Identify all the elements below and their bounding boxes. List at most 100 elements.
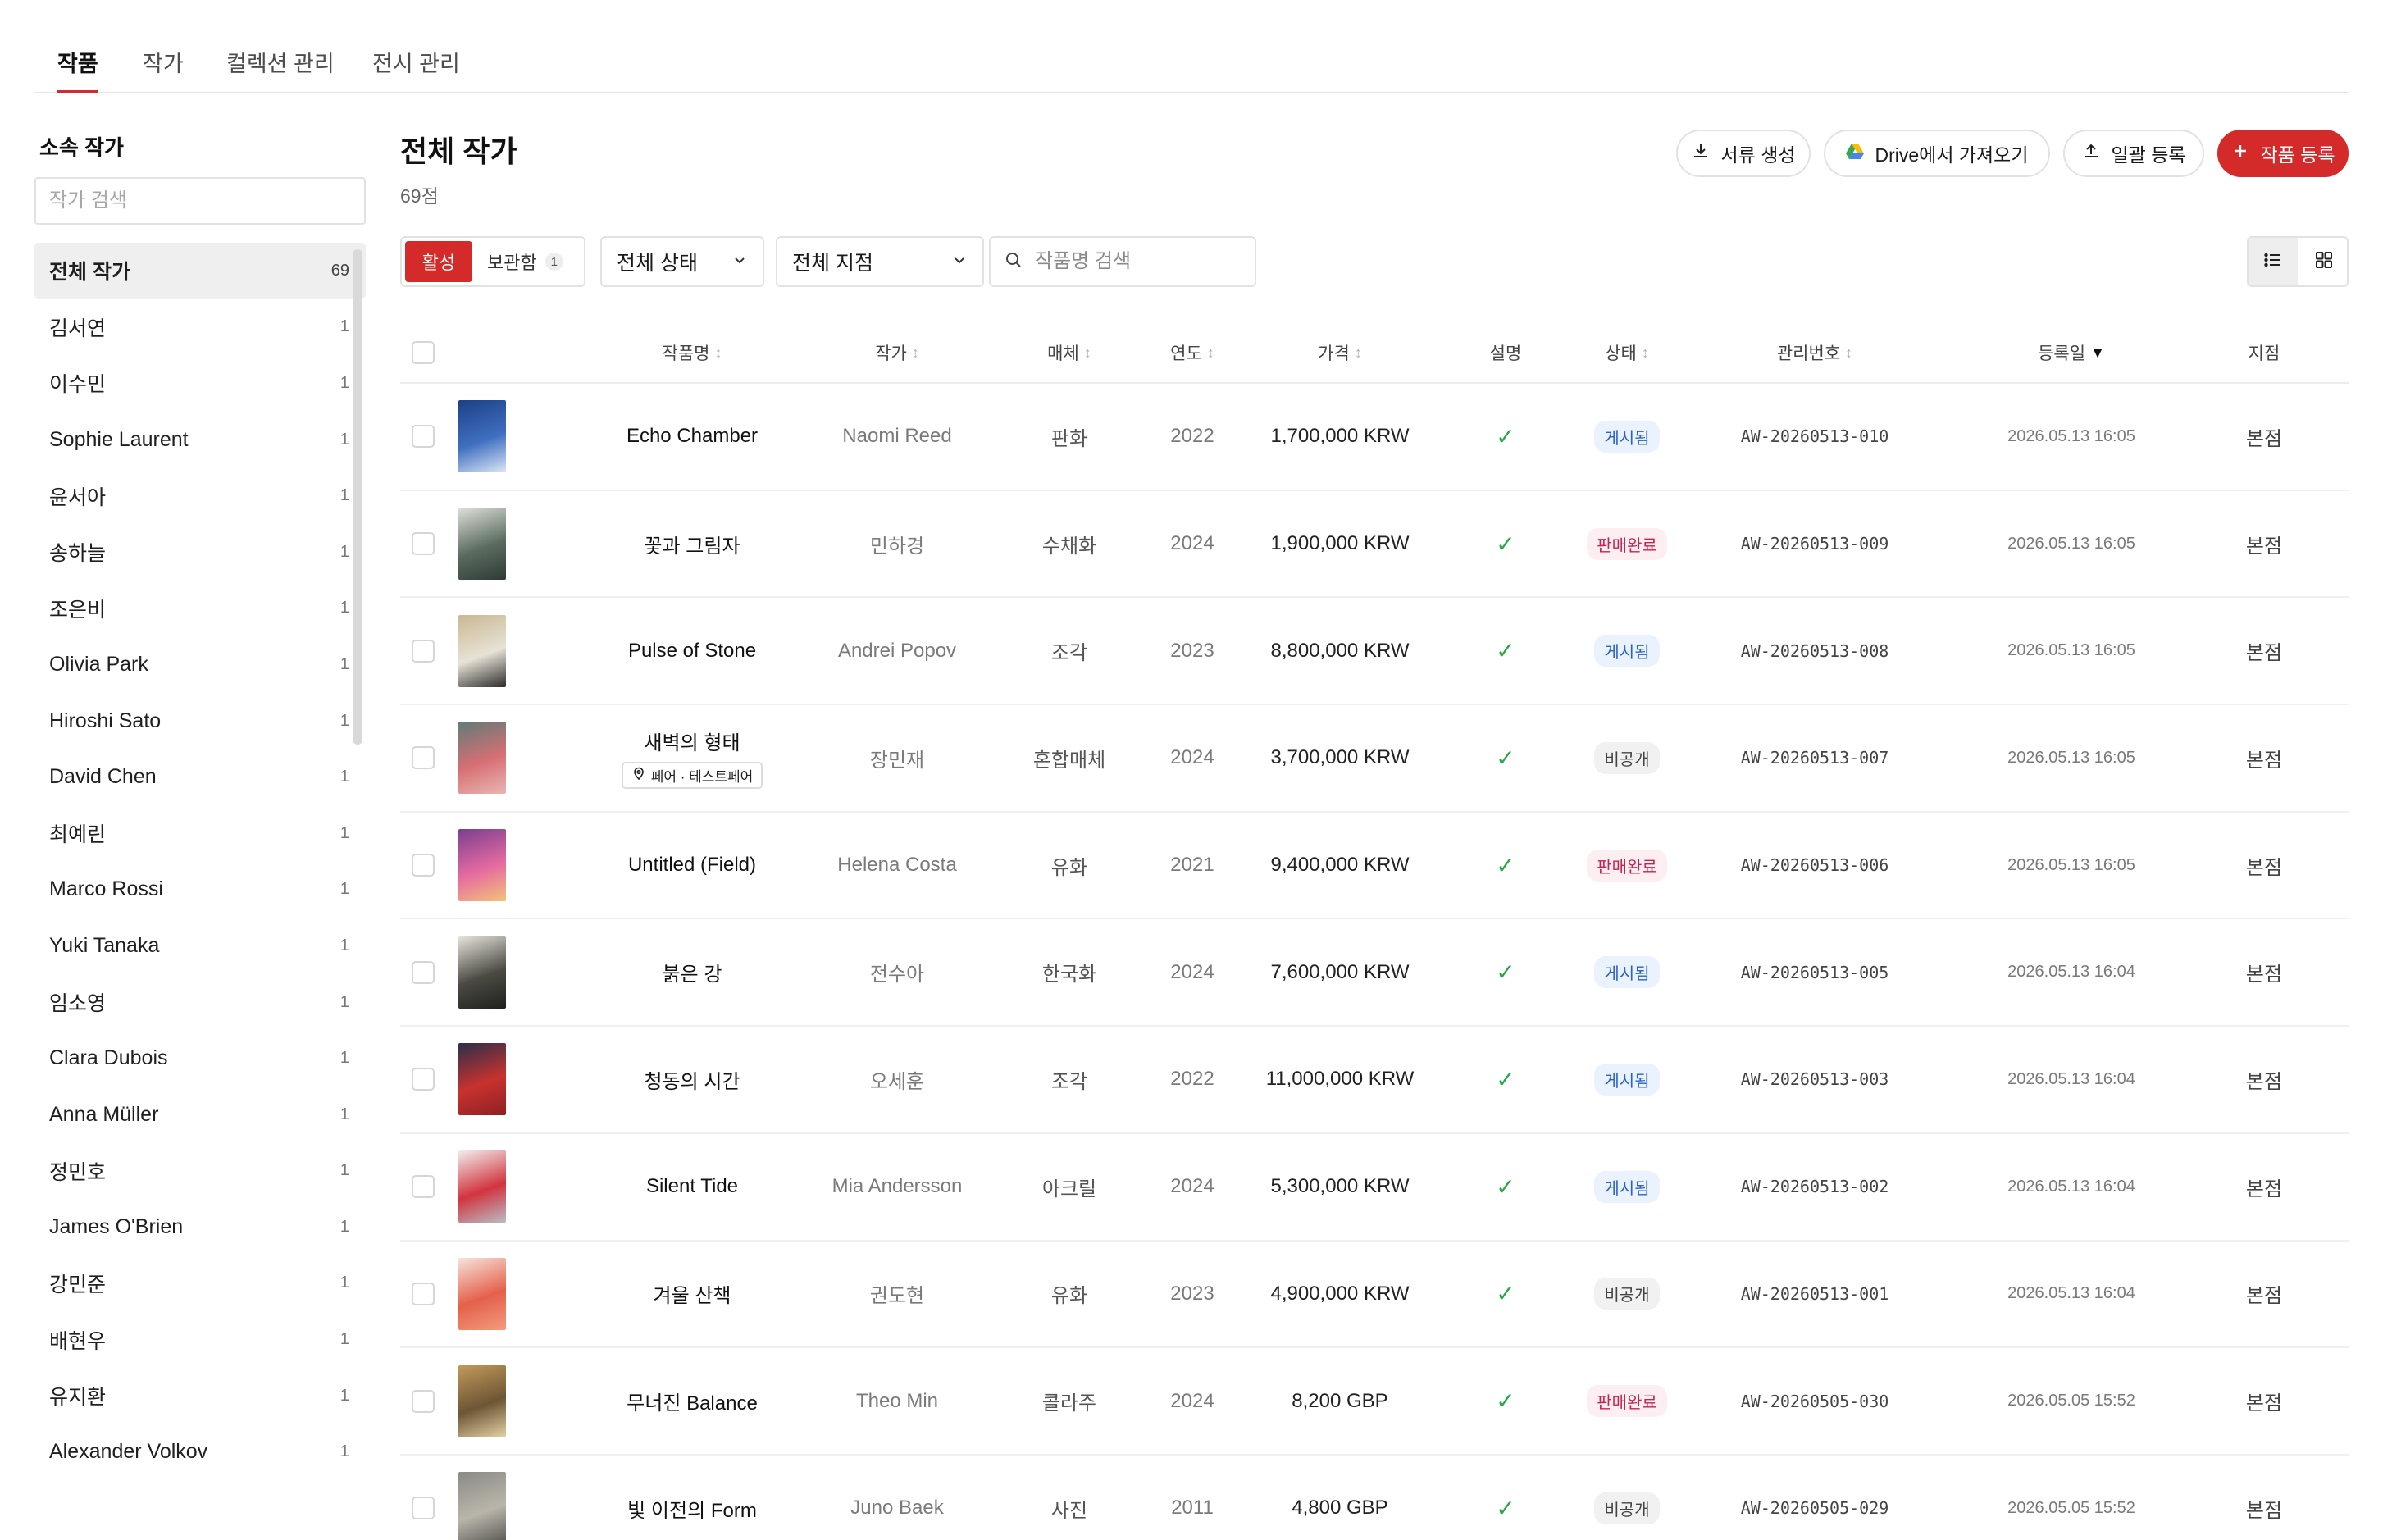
sidebar-item-artist[interactable]: 이수민 1 xyxy=(34,355,366,412)
sidebar-scrollbar[interactable] xyxy=(353,249,362,745)
sidebar-item-artist[interactable]: 배현우 1 xyxy=(34,1311,366,1368)
artwork-title[interactable]: 빛 이전의 Form xyxy=(627,1494,757,1523)
archive-filter-button[interactable]: 보관함 1 xyxy=(481,241,570,282)
artwork-thumbnail[interactable] xyxy=(458,508,506,581)
artwork-thumbnail[interactable] xyxy=(458,829,506,902)
medium: 사진 xyxy=(1050,1499,1088,1522)
artwork-thumbnail[interactable] xyxy=(458,1150,506,1223)
sidebar-item-artist[interactable]: 송하늘 1 xyxy=(34,524,366,581)
status-filter-value: 전체 상태 xyxy=(617,252,698,275)
table-row[interactable]: 겨울 산책 권도현 유화 2023 4,900,000 KRW ✓ 비공개 AW-202605… xyxy=(400,1242,2349,1349)
row-checkbox[interactable] xyxy=(412,1389,435,1413)
artwork-title[interactable]: 청동의 시간 xyxy=(644,1065,740,1094)
registered-date: 2026.05.13 16:05 xyxy=(2007,855,2135,874)
sidebar-item-artist[interactable]: Clara Dubois 1 xyxy=(34,1030,366,1087)
generate-documents-button[interactable]: 서류 생성 xyxy=(1676,130,1811,177)
header-artist[interactable]: 작가 ↕ xyxy=(807,321,987,384)
row-checkbox[interactable] xyxy=(412,1068,435,1091)
status-filter-dropdown[interactable]: 전체 상태 xyxy=(600,236,764,287)
active-filter-button[interactable]: 활성 xyxy=(405,241,472,282)
sidebar-item-artist[interactable]: 조은비 1 xyxy=(34,581,366,637)
register-artwork-button[interactable]: 작품 등록 xyxy=(2217,130,2349,177)
artwork-thumbnail[interactable] xyxy=(458,400,506,473)
table-row[interactable]: 무너진 Balance Theo Min 콜라주 2024 8,200 GBP ✓ 판매완료… xyxy=(400,1348,2349,1456)
artwork-thumbnail[interactable] xyxy=(458,936,506,1009)
artwork-title[interactable]: 꽃과 그림자 xyxy=(644,530,740,558)
artwork-title[interactable]: 겨울 산책 xyxy=(654,1279,731,1308)
tab-artists[interactable]: 작가 xyxy=(143,46,184,93)
artwork-title[interactable]: Untitled (Field) xyxy=(628,854,756,877)
sidebar-item-artist[interactable]: David Chen 1 xyxy=(34,749,366,805)
row-checkbox[interactable] xyxy=(412,1497,435,1520)
sidebar-item-artist[interactable]: 김서연 1 xyxy=(34,299,366,356)
artwork-thumbnail[interactable] xyxy=(458,722,506,795)
sidebar-item-artist[interactable]: 강민준 1 xyxy=(34,1255,366,1312)
list-view-button[interactable] xyxy=(2249,238,2298,285)
artwork-search-input[interactable] xyxy=(1035,250,1240,273)
table-row[interactable]: 붉은 강 전수아 한국화 2024 7,600,000 KRW ✓ 게시됨 AW-202605… xyxy=(400,919,2349,1027)
header-year[interactable]: 연도 ↕ xyxy=(1151,321,1233,384)
table-row[interactable]: 꽃과 그림자 민하경 수채화 2024 1,900,000 KRW ✓ 판매완료 AW-202… xyxy=(400,491,2349,599)
table-row[interactable]: 청동의 시간 오세훈 조각 2022 11,000,000 KRW ✓ 게시됨 AW-2026… xyxy=(400,1027,2349,1134)
row-checkbox[interactable] xyxy=(412,854,435,877)
artwork-title[interactable]: 붉은 강 xyxy=(663,958,722,986)
artwork-thumbnail[interactable] xyxy=(458,1257,506,1330)
sidebar-item-artist[interactable]: 유지환 1 xyxy=(34,1368,366,1424)
check-icon: ✓ xyxy=(1496,959,1515,986)
row-checkbox[interactable] xyxy=(412,746,435,770)
sidebar-item-artist[interactable]: 최예린 1 xyxy=(34,805,366,862)
sidebar-item-artist[interactable]: 전체 작가 69 xyxy=(34,243,366,299)
table-row[interactable]: 빛 이전의 Form Juno Baek 사진 2011 4,800 GBP ✓ 비공개 AW… xyxy=(400,1456,2349,1540)
table-row[interactable]: Untitled (Field) Helena Costa 유화 2021 9,400,… xyxy=(400,813,2349,920)
header-registered-date[interactable]: 등록일 ▼ xyxy=(1940,321,2203,384)
tab-collection-management[interactable]: 컬렉션 관리 xyxy=(226,46,335,93)
cell-artist: 오세훈 xyxy=(807,1027,987,1132)
artwork-title[interactable]: Silent Tide xyxy=(646,1175,738,1198)
row-checkbox[interactable] xyxy=(412,960,435,984)
artwork-thumbnail[interactable] xyxy=(458,1472,506,1540)
sidebar-item-artist[interactable]: 윤서아 1 xyxy=(34,467,366,524)
grid-view-button[interactable] xyxy=(2299,238,2349,285)
artwork-thumbnail[interactable] xyxy=(458,1043,506,1116)
row-checkbox[interactable] xyxy=(412,1282,435,1305)
header-status[interactable]: 상태 ↕ xyxy=(1565,321,1689,384)
tab-exhibition-management[interactable]: 전시 관리 xyxy=(372,46,460,93)
row-checkbox[interactable] xyxy=(412,425,435,449)
sidebar-item-artist[interactable]: Hiroshi Sato 1 xyxy=(34,693,366,749)
sidebar-item-artist[interactable]: Anna Müller 1 xyxy=(34,1087,366,1143)
branch-filter-dropdown[interactable]: 전체 지점 xyxy=(776,236,984,287)
header-title[interactable]: 작품명 ↕ xyxy=(577,321,807,384)
row-checkbox[interactable] xyxy=(412,1175,435,1199)
table-row[interactable]: Echo Chamber Naomi Reed 판화 2022 1,700,000 KR… xyxy=(400,384,2349,491)
header-price[interactable]: 가격 ↕ xyxy=(1233,321,1447,384)
tab-artworks[interactable]: 작품 xyxy=(57,46,98,93)
artwork-title[interactable]: Echo Chamber xyxy=(627,425,758,448)
import-from-drive-button[interactable]: Drive에서 가져오기 xyxy=(1824,130,2050,177)
artwork-title[interactable]: Pulse of Stone xyxy=(628,640,756,663)
table-row[interactable]: Silent Tide Mia Andersson 아크릴 2024 5,300,000… xyxy=(400,1134,2349,1242)
artwork-thumbnail[interactable] xyxy=(458,614,506,687)
sidebar-item-label: David Chen xyxy=(49,765,157,789)
bulk-register-button[interactable]: 일괄 등록 xyxy=(2063,130,2204,177)
sidebar-item-artist[interactable]: Marco Rossi 1 xyxy=(34,862,366,918)
table-row[interactable]: 새벽의 형태 페어 · 테스트페어 장민재 혼합매체 2024 3,700,000 KRW… xyxy=(400,705,2349,813)
artwork-title[interactable]: 무너진 Balance xyxy=(627,1387,758,1415)
header-medium[interactable]: 매체 ↕ xyxy=(987,321,1151,384)
sidebar-item-artist[interactable]: Alexander Volkov 1 xyxy=(34,1424,366,1480)
select-all-checkbox[interactable] xyxy=(412,341,435,364)
sidebar-item-artist[interactable]: Yuki Tanaka 1 xyxy=(34,918,366,974)
row-checkbox[interactable] xyxy=(412,639,435,663)
sidebar-item-artist[interactable]: 정민호 1 xyxy=(34,1143,366,1200)
sidebar-item-artist[interactable]: James O'Brien 1 xyxy=(34,1199,366,1255)
artist-search-input[interactable] xyxy=(34,177,366,225)
artwork-thumbnail[interactable] xyxy=(458,1365,506,1437)
sidebar-item-artist[interactable]: 임소영 1 xyxy=(34,974,366,1031)
sidebar-item-artist[interactable]: Sophie Laurent 1 xyxy=(34,412,366,468)
row-checkbox[interactable] xyxy=(412,532,435,556)
sidebar-item-artist[interactable]: Olivia Park 1 xyxy=(34,636,366,693)
header-code[interactable]: 관리번호 ↕ xyxy=(1689,321,1940,384)
artwork-title[interactable]: 새벽의 형태 xyxy=(644,727,740,755)
price: 8,200 GBP xyxy=(1292,1389,1388,1412)
table-row[interactable]: Pulse of Stone Andrei Popov 조각 2023 8,800,00… xyxy=(400,598,2349,706)
artwork-search-field[interactable] xyxy=(989,236,1256,287)
